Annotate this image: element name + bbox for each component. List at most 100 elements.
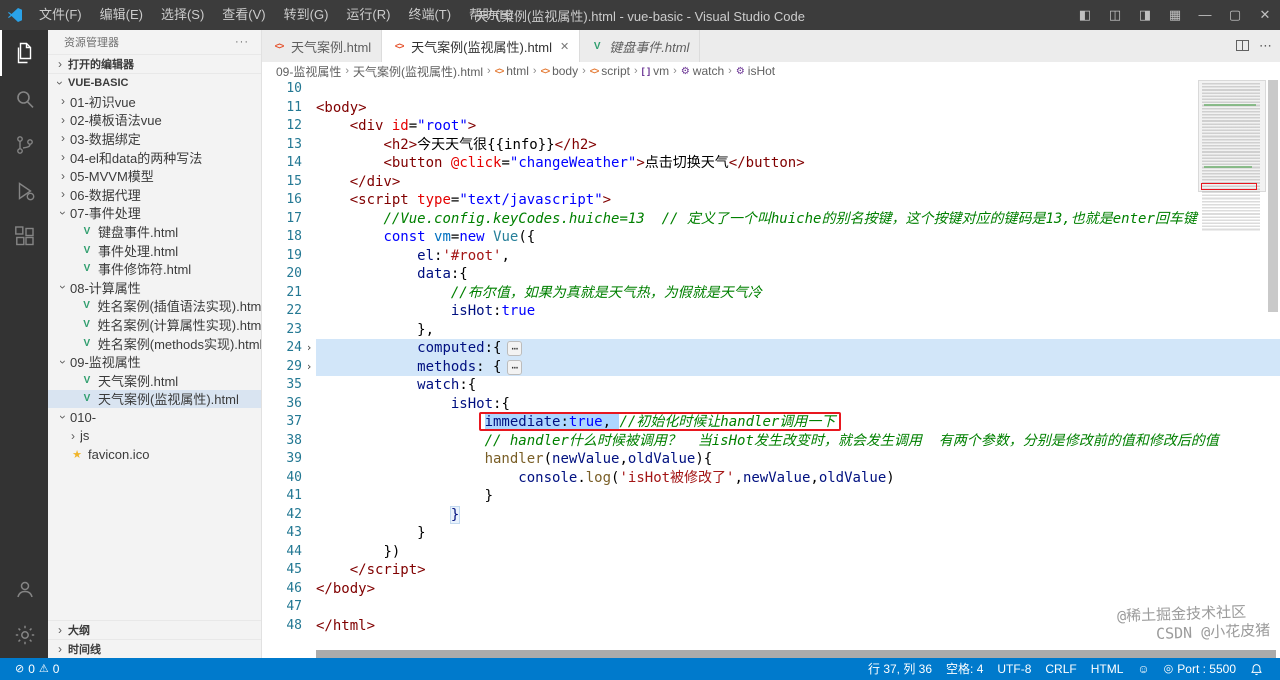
menu-item[interactable]: 选择(S) <box>152 0 213 30</box>
breadcrumb-item[interactable]: ⚙ isHot <box>736 64 775 78</box>
tree-item[interactable]: › 03-数据绑定 <box>48 129 261 148</box>
more-actions-icon[interactable]: ··· <box>235 36 249 48</box>
line-number[interactable]: 41 <box>262 487 302 506</box>
line-number[interactable]: 21 <box>262 284 302 303</box>
timeline-section[interactable]: › 时间线 <box>48 639 261 658</box>
source-control-icon[interactable] <box>0 122 48 168</box>
code-line[interactable]: 22 isHot:true <box>262 302 1280 321</box>
line-number[interactable]: 16 <box>262 191 302 210</box>
code-line[interactable]: 44 }) <box>262 543 1280 562</box>
toggle-panel-icon[interactable]: ◫ <box>1100 0 1130 30</box>
line-number[interactable]: 19 <box>262 247 302 266</box>
run-debug-icon[interactable] <box>0 168 48 214</box>
notifications-bell-icon[interactable] <box>1243 658 1270 680</box>
tree-item[interactable]: ›V事件修饰符.html <box>48 259 261 278</box>
line-number[interactable]: 23 <box>262 321 302 340</box>
more-actions-icon[interactable]: ⋯ <box>1259 38 1272 54</box>
code-line[interactable]: 24 › computed:{⋯ <box>262 339 1280 358</box>
fold-chevron-icon[interactable]: › <box>302 358 316 377</box>
tree-item[interactable]: › js <box>48 427 261 446</box>
line-number[interactable]: 48 <box>262 617 302 636</box>
encoding[interactable]: UTF-8 <box>990 658 1038 680</box>
code-line[interactable]: 21 //布尔值，如果为真就是天气热，为假就是天气冷 <box>262 284 1280 303</box>
close-tab-icon[interactable]: ✕ <box>560 40 569 53</box>
breadcrumb-item[interactable]: <> body <box>541 64 579 78</box>
settings-gear-icon[interactable] <box>0 612 48 658</box>
code-line[interactable]: 17 //Vue.config.keyCodes.huiche=13 // 定义… <box>262 210 1280 229</box>
tree-item[interactable]: › 010- <box>48 408 261 427</box>
customize-layout-icon[interactable]: ▦ <box>1160 0 1190 30</box>
menu-item[interactable]: 终端(T) <box>399 0 460 30</box>
line-number[interactable]: 35 <box>262 376 302 395</box>
line-number[interactable]: 15 <box>262 173 302 192</box>
line-number[interactable]: 36 <box>262 395 302 414</box>
minimap-slider[interactable] <box>1198 80 1266 192</box>
tree-item[interactable]: › 09-监视属性 <box>48 352 261 371</box>
search-icon[interactable] <box>0 76 48 122</box>
code-line[interactable]: 35 watch:{ <box>262 376 1280 395</box>
code-line[interactable]: 16 <script type="text/javascript"> <box>262 191 1280 210</box>
close-button[interactable]: ✕ <box>1250 0 1280 30</box>
tree-item[interactable]: ›V事件处理.html <box>48 241 261 260</box>
breadcrumb-item[interactable]: ⚙ watch <box>681 64 724 78</box>
tree-item[interactable]: ›V键盘事件.html <box>48 222 261 241</box>
code-line[interactable]: 29 › methods: {⋯ <box>262 357 1280 377</box>
menu-item[interactable]: 转到(G) <box>275 0 338 30</box>
cursor-position[interactable]: 行 37, 列 36 <box>861 658 939 680</box>
code-line[interactable]: 45 </script> <box>262 561 1280 580</box>
tree-item[interactable]: › 08-计算属性 <box>48 278 261 297</box>
horizontal-scrollbar-slider[interactable] <box>316 650 1276 658</box>
live-server-port[interactable]: ◎ Port : 5500 <box>1157 658 1243 680</box>
feedback-smiley-icon[interactable]: ☺ <box>1130 658 1156 680</box>
minimap[interactable] <box>1198 80 1266 650</box>
extensions-icon[interactable] <box>0 214 48 260</box>
line-number[interactable]: 18 <box>262 228 302 247</box>
open-editors-section[interactable]: › 打开的编辑器 <box>48 54 261 73</box>
line-number[interactable]: 13 <box>262 136 302 155</box>
code-line[interactable]: 12 <div id="root"> <box>262 117 1280 136</box>
line-number[interactable]: 37 <box>262 413 302 432</box>
tree-item[interactable]: ›V天气案例.html <box>48 371 261 390</box>
line-number[interactable]: 38 <box>262 432 302 451</box>
line-number[interactable]: 45 <box>262 561 302 580</box>
breadcrumb-item[interactable]: <> script <box>590 64 630 78</box>
code-line[interactable]: 10 <box>262 80 1280 99</box>
tab[interactable]: <> 天气案例(监视属性).html ✕ <box>382 30 581 62</box>
horizontal-scrollbar[interactable] <box>262 650 1280 658</box>
line-number[interactable]: 42 <box>262 506 302 525</box>
line-number[interactable]: 40 <box>262 469 302 488</box>
menu-item[interactable]: 运行(R) <box>337 0 399 30</box>
menu-item[interactable]: 编辑(E) <box>91 0 152 30</box>
breadcrumb-item[interactable]: 09-监视属性 <box>276 63 341 80</box>
tree-item[interactable]: ›V姓名案例(插值语法实现).html <box>48 297 261 316</box>
explorer-icon[interactable] <box>0 30 48 76</box>
tree-item[interactable]: › 01-初识vue <box>48 92 261 111</box>
line-number[interactable]: 43 <box>262 524 302 543</box>
line-number[interactable]: 10 <box>262 80 302 99</box>
tree-item[interactable]: › 02-模板语法vue <box>48 111 261 130</box>
eol-selector[interactable]: CRLF <box>1038 658 1083 680</box>
problems-indicator[interactable]: ⊘ 0 ⚠ 0 <box>8 658 66 680</box>
line-number[interactable]: 17 <box>262 210 302 229</box>
code-line[interactable]: 42 } <box>262 505 1280 525</box>
tree-item[interactable]: ›V天气案例(监视属性).html <box>48 389 261 409</box>
code-line[interactable]: 40 console.log('isHot被修改了',newValue,oldV… <box>262 469 1280 488</box>
split-editor-icon[interactable] <box>1226 39 1249 54</box>
breadcrumb-item[interactable]: 天气案例(监视属性).html <box>353 63 483 80</box>
code-line[interactable]: 41 } <box>262 487 1280 506</box>
menu-item[interactable]: 文件(F) <box>30 0 91 30</box>
tab[interactable]: <> 天气案例.html <box>262 30 383 62</box>
outline-section[interactable]: › 大纲 <box>48 620 261 639</box>
line-number[interactable]: 20 <box>262 265 302 284</box>
tree-item[interactable]: ›V姓名案例(计算属性实现).html <box>48 315 261 334</box>
code-line[interactable]: 19 el:'#root', <box>262 247 1280 266</box>
code-line[interactable]: 37 immediate:true, //初始化时候让handler调用一下 <box>262 413 1280 432</box>
indentation[interactable]: 空格: 4 <box>939 658 990 680</box>
breadcrumb-item[interactable]: <> html <box>495 64 529 78</box>
code-line[interactable]: 11 <body> <box>262 99 1280 118</box>
line-number[interactable]: 47 <box>262 598 302 617</box>
line-number[interactable]: 22 <box>262 302 302 321</box>
code-line[interactable]: 23 }, <box>262 321 1280 340</box>
tree-item[interactable]: › 04-el和data的两种写法 <box>48 148 261 167</box>
code-editor[interactable]: 10 11 <body> 12 <div id="root"> 13 <h2>今天天气很… <box>262 80 1280 650</box>
